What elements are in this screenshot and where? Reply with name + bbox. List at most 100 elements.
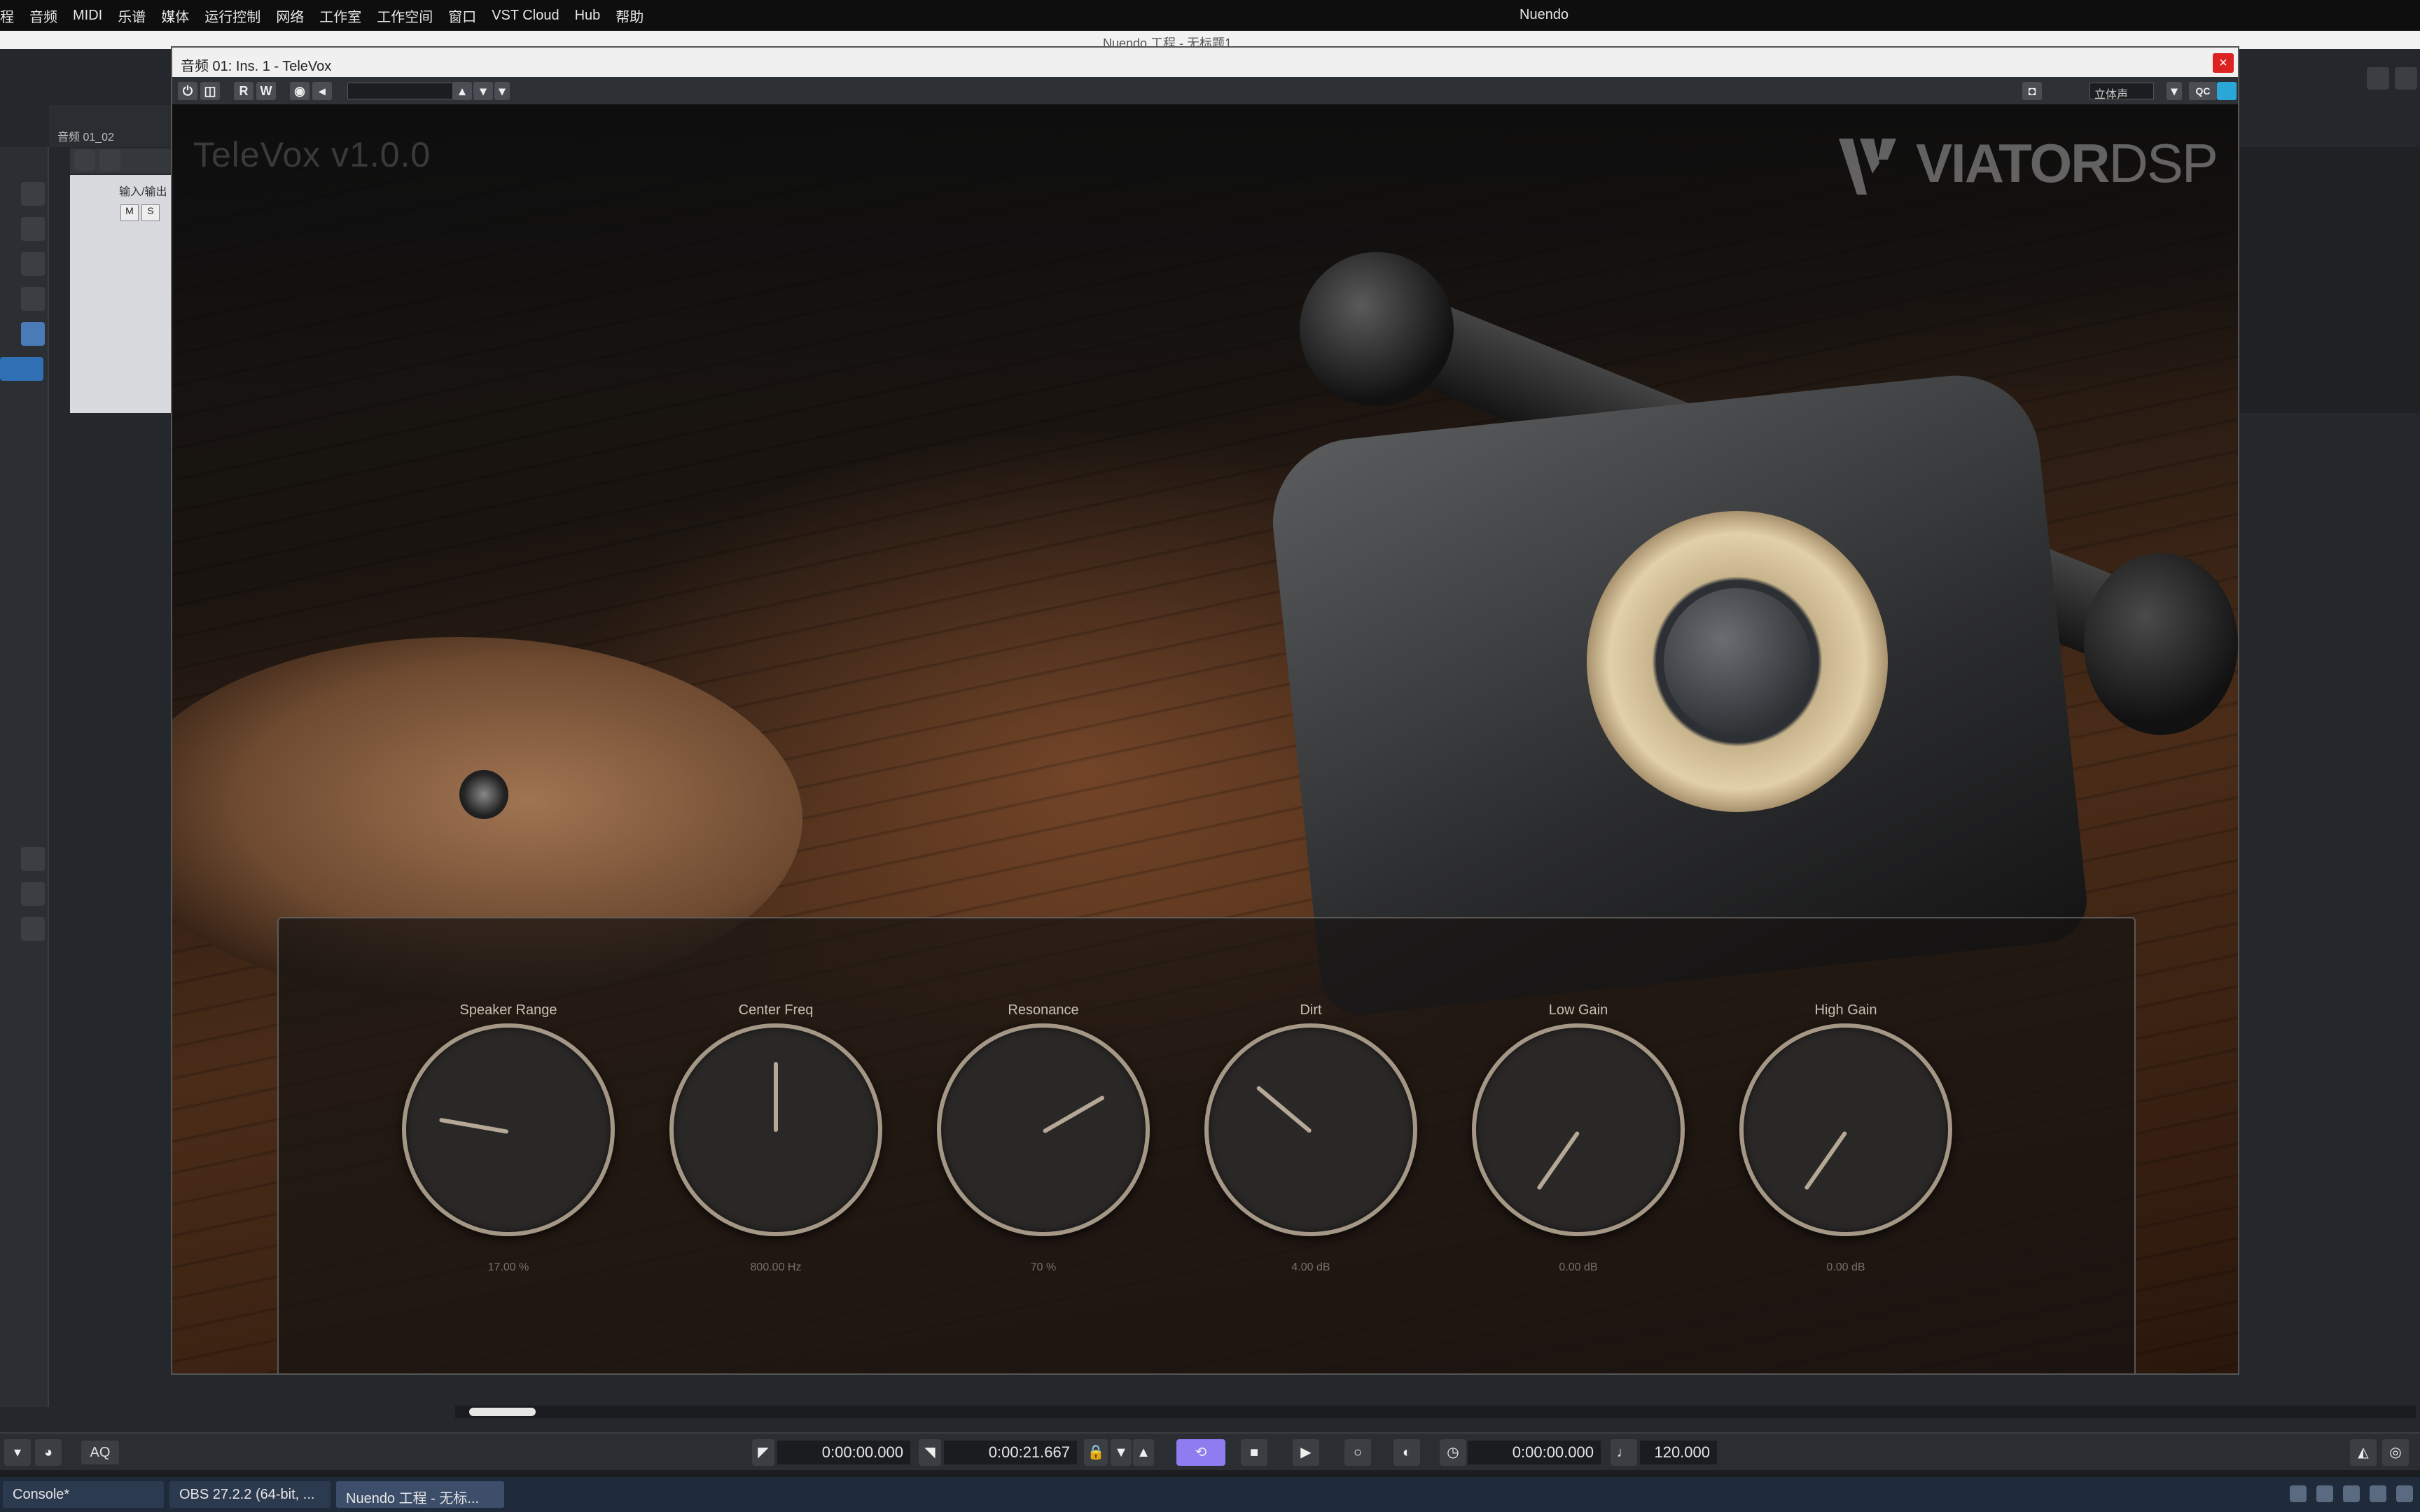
center-freq-knob[interactable] bbox=[669, 1023, 882, 1236]
knob-indicator bbox=[1536, 1130, 1580, 1191]
scrollbar-thumb[interactable] bbox=[469, 1408, 536, 1416]
speaker-range-knob[interactable] bbox=[402, 1023, 615, 1236]
audio-quantize-button[interactable]: AQ bbox=[81, 1441, 119, 1464]
tempo-field[interactable]: 120.000 bbox=[1640, 1441, 1717, 1464]
record-button[interactable]: ○ bbox=[1344, 1439, 1371, 1466]
solo-button[interactable]: S bbox=[141, 204, 160, 221]
disable-icon[interactable] bbox=[21, 917, 45, 941]
transport-bar: ▾ ◕ AQ ◤ 0:00:00.000 ◥ 0:00:21.667 🔒 ▼ ▲… bbox=[0, 1432, 2420, 1470]
menu-audio[interactable]: 音频 bbox=[29, 6, 57, 26]
menu-midi[interactable]: MIDI bbox=[73, 8, 102, 24]
sync-icon[interactable]: ◎ bbox=[2382, 1439, 2409, 1466]
menu-project[interactable]: 程 bbox=[0, 6, 14, 26]
plugin-titlebar[interactable]: 音频 01: Ins. 1 - TeleVox × bbox=[172, 48, 2238, 77]
meter-icon[interactable] bbox=[21, 217, 45, 241]
menu-score[interactable]: 乐谱 bbox=[118, 6, 146, 26]
compare-icon[interactable]: ◉ bbox=[290, 82, 310, 100]
menu-studio[interactable]: 工作室 bbox=[319, 6, 361, 26]
knob-label: Resonance bbox=[1008, 1002, 1079, 1018]
write-automation-button[interactable]: W bbox=[256, 82, 276, 100]
knob-indicator bbox=[1256, 1085, 1312, 1134]
position-field[interactable]: 0:00:00.000 bbox=[1468, 1441, 1601, 1464]
task-nuendo[interactable]: Nuendo 工程 - 无标... bbox=[336, 1481, 504, 1508]
left-locator-field[interactable]: 0:00:00.000 bbox=[777, 1441, 910, 1464]
add-track-icon[interactable] bbox=[74, 150, 95, 171]
punch-in-icon[interactable]: ▼ bbox=[1111, 1439, 1132, 1466]
edit-icon[interactable] bbox=[21, 182, 45, 206]
palette-icon[interactable]: ◕ bbox=[35, 1439, 62, 1466]
layout-icon[interactable] bbox=[2395, 67, 2417, 90]
tray-volume-icon[interactable] bbox=[2396, 1485, 2413, 1502]
horizontal-scrollbar[interactable] bbox=[455, 1406, 2416, 1418]
knob-label: Dirt bbox=[1300, 1002, 1322, 1018]
inout-folder-label[interactable]: 输入/输出 bbox=[119, 182, 167, 199]
quick-controls-button[interactable]: QC bbox=[2189, 82, 2217, 100]
preset-down-icon[interactable]: ▾ bbox=[473, 82, 493, 100]
left-inspector bbox=[0, 147, 49, 1407]
resonance-knob[interactable] bbox=[937, 1023, 1150, 1236]
low-gain-knob[interactable] bbox=[1472, 1023, 1685, 1236]
handset-earpiece-image bbox=[1300, 252, 1454, 406]
menu-transport[interactable]: 运行控制 bbox=[204, 6, 260, 26]
right-locator-icon[interactable]: ◥ bbox=[919, 1439, 941, 1466]
menu-workspaces[interactable]: 工作空间 bbox=[377, 6, 433, 26]
tray-network-icon[interactable] bbox=[2370, 1485, 2386, 1502]
preset-menu-icon[interactable]: ▾ bbox=[494, 82, 510, 100]
punch-out-icon[interactable]: ▲ bbox=[1133, 1439, 1154, 1466]
side-chain-icon[interactable]: ◂ bbox=[312, 82, 332, 100]
track-preset-icon[interactable] bbox=[99, 150, 120, 171]
menu-network[interactable]: 网络 bbox=[276, 6, 304, 26]
knob-value: 0.00 dB bbox=[1559, 1261, 1598, 1273]
status-icon[interactable] bbox=[2217, 82, 2237, 100]
metronome-off-icon[interactable]: ◐ bbox=[1393, 1439, 1420, 1466]
stop-button[interactable]: ■ bbox=[1241, 1439, 1267, 1466]
channel-selector[interactable] bbox=[0, 357, 43, 381]
knob-indicator bbox=[438, 1117, 509, 1134]
clock-icon[interactable]: ◷ bbox=[1440, 1439, 1466, 1466]
read-automation-button[interactable]: R bbox=[234, 82, 253, 100]
dirt-knob[interactable] bbox=[1204, 1023, 1417, 1236]
task-obs[interactable]: OBS 27.2.2 (64-bit, ... bbox=[169, 1481, 331, 1508]
menu-window[interactable]: 窗口 bbox=[448, 6, 476, 26]
knob-value: 17.00 % bbox=[487, 1261, 529, 1273]
play-button[interactable]: ▶ bbox=[1293, 1439, 1319, 1466]
metronome-icon[interactable]: ◭ bbox=[2350, 1439, 2377, 1466]
menu-media[interactable]: 媒体 bbox=[161, 6, 189, 26]
preset-field[interactable] bbox=[347, 83, 459, 99]
menu-hub[interactable]: Hub bbox=[575, 8, 601, 24]
track-list: 输入/输出 M S bbox=[70, 175, 172, 413]
brand-light: DSP bbox=[2108, 132, 2218, 194]
project-zone-right bbox=[2234, 147, 2420, 413]
viator-logo-icon bbox=[1839, 139, 1896, 195]
mixer-icon[interactable] bbox=[2367, 67, 2389, 90]
lock-icon[interactable]: 🔒 bbox=[1084, 1439, 1108, 1466]
lane-icon[interactable] bbox=[21, 882, 45, 906]
options-menu-icon[interactable]: ▾ bbox=[2167, 82, 2182, 100]
right-locator-field[interactable]: 0:00:21.667 bbox=[944, 1441, 1077, 1464]
plugin-window-title: 音频 01: Ins. 1 - TeleVox bbox=[181, 59, 332, 74]
cycle-button[interactable]: ⟲ bbox=[1176, 1439, 1225, 1466]
menu-help[interactable]: 帮助 bbox=[616, 6, 644, 26]
plugin-toolbar: ⏻ ◫ R W ◉ ◂ ▴ ▾ ▾ ◘ 立体声 ▾ QC bbox=[172, 77, 2238, 105]
eq-icon[interactable] bbox=[21, 252, 45, 276]
channel-config-select[interactable]: 立体声 bbox=[2089, 83, 2154, 101]
mute-button[interactable]: M bbox=[120, 204, 139, 221]
snapshot-icon[interactable]: ◘ bbox=[2022, 82, 2042, 100]
right-toolbar bbox=[2367, 67, 2420, 98]
left-locator-icon[interactable]: ◤ bbox=[752, 1439, 774, 1466]
task-console[interactable]: Console* bbox=[3, 1481, 164, 1508]
tray-mic-icon[interactable] bbox=[2316, 1485, 2333, 1502]
routing-icon[interactable] bbox=[21, 287, 45, 311]
settings-icon[interactable] bbox=[21, 847, 45, 871]
monitor-icon[interactable] bbox=[21, 322, 45, 346]
bypass-icon[interactable]: ◫ bbox=[200, 82, 220, 100]
preset-up-icon[interactable]: ▴ bbox=[452, 82, 472, 100]
power-icon[interactable]: ⏻ bbox=[178, 82, 197, 100]
tray-app-icon[interactable] bbox=[2343, 1485, 2360, 1502]
menu-vst-cloud[interactable]: VST Cloud bbox=[492, 8, 559, 24]
high-gain-knob[interactable] bbox=[1739, 1023, 1952, 1236]
close-button[interactable]: × bbox=[2213, 53, 2234, 73]
tray-chevron-icon[interactable] bbox=[2290, 1485, 2307, 1502]
tempo-icon[interactable]: ♩ bbox=[1611, 1439, 1637, 1466]
grid-icon[interactable]: ▾ bbox=[4, 1439, 31, 1466]
